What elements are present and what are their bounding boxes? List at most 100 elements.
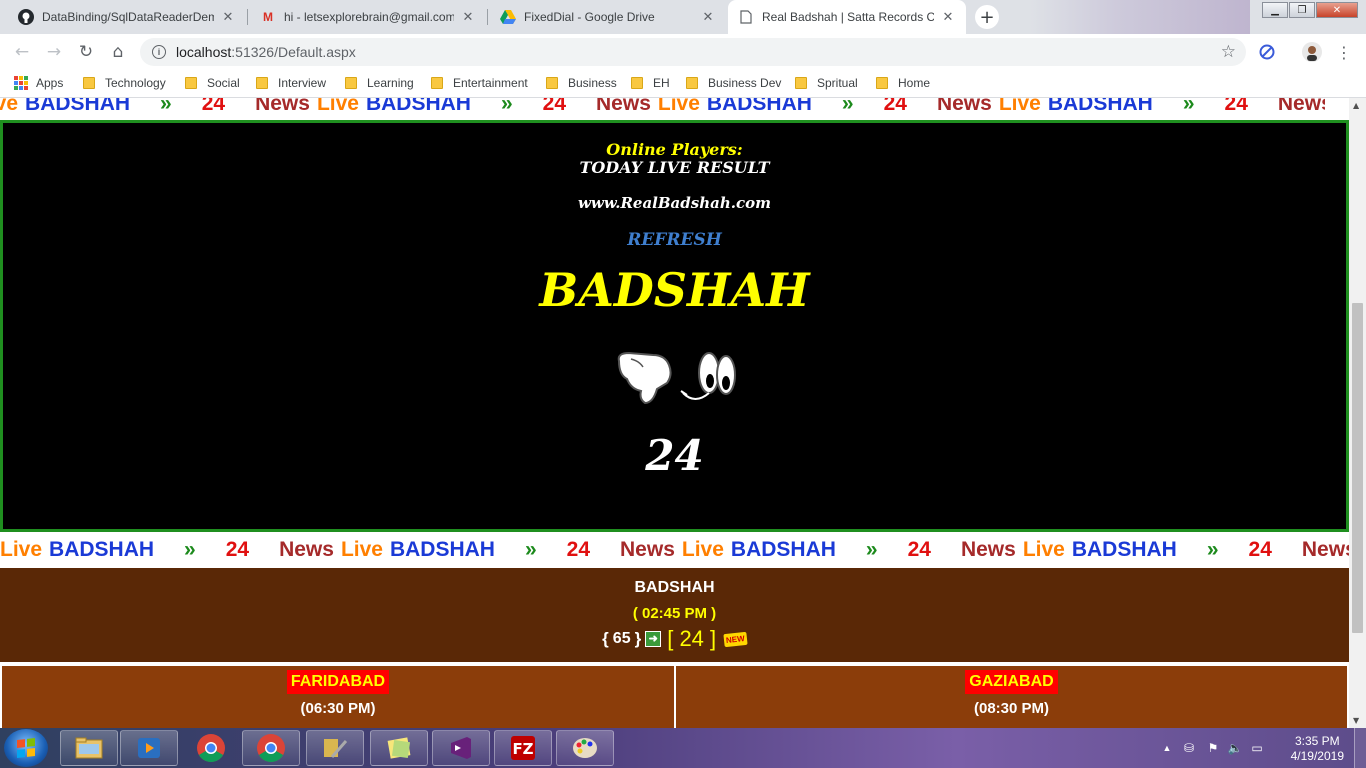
network-icon[interactable]: ▭ <box>1250 741 1264 755</box>
chrome-active-icon[interactable] <box>242 730 300 766</box>
scroll-up-icon[interactable]: ▲ <box>1353 101 1359 110</box>
volume-icon[interactable]: 🔈 <box>1228 741 1243 755</box>
live-result-number: 24 <box>645 431 704 480</box>
refresh-link[interactable]: REFRESH <box>3 230 1346 250</box>
close-icon[interactable]: ✕ <box>940 9 956 25</box>
marquee-news: News <box>936 98 992 115</box>
page-icon <box>738 9 754 25</box>
city-time: (06:30 PM) <box>300 700 376 717</box>
block-extension-icon[interactable] <box>1257 42 1277 62</box>
profile-avatar[interactable] <box>1302 42 1322 62</box>
show-hidden-icons[interactable]: ▲ <box>1160 741 1174 755</box>
marquee-live: Live <box>0 538 43 561</box>
info-icon[interactable]: i <box>152 45 166 59</box>
clock-time: 3:35 PM <box>1294 734 1340 748</box>
marquee-badshah: BADSHAH <box>1047 98 1153 115</box>
tab-title: FixedDial - Google Drive <box>524 10 655 24</box>
marquee-badshah: BADSHAH <box>389 538 495 561</box>
scrollbar-thumb[interactable] <box>1352 303 1363 633</box>
bookmark-label: EH <box>653 76 670 90</box>
minimize-button[interactable]: ▁ <box>1262 2 1288 18</box>
tab-drive[interactable]: FixedDial - Google Drive ✕ <box>490 0 726 34</box>
bookmark-entertainment[interactable]: Entertainment <box>431 76 528 90</box>
scroll-down-icon[interactable]: ▼ <box>1353 716 1359 725</box>
gmail-icon: M <box>263 10 273 24</box>
tab-github[interactable]: DataBinding/SqlDataReaderDem ✕ <box>8 0 246 34</box>
bookmark-eh[interactable]: EH <box>631 76 670 90</box>
bookmark-label: Business <box>568 76 617 90</box>
bookmark-spritual[interactable]: Spritual <box>795 76 858 90</box>
bookmark-home[interactable]: Home <box>876 76 930 90</box>
bookmark-learning[interactable]: Learning <box>345 76 414 90</box>
marquee-news: News <box>620 538 675 561</box>
github-icon <box>18 9 34 25</box>
maximize-button[interactable]: ❐ <box>1289 2 1315 18</box>
visual-studio-icon[interactable] <box>432 730 490 766</box>
sticky-notes-icon[interactable] <box>370 730 428 766</box>
network-sync-icon[interactable]: ⛁ <box>1182 741 1196 755</box>
tab-real-badshah[interactable]: Real Badshah | Satta Records Cha ✕ <box>728 0 966 34</box>
url-path: :51326/Default.aspx <box>231 44 356 60</box>
address-bar[interactable]: i localhost :51326/Default.aspx ☆ <box>140 38 1246 66</box>
bookmark-label: Technology <box>105 76 166 90</box>
marquee-separator: » <box>1182 98 1195 115</box>
reload-icon[interactable]: ↻ <box>76 42 96 62</box>
forward-icon[interactable]: → <box>44 42 64 62</box>
marquee-live: Live <box>1022 538 1065 561</box>
new-tab-button[interactable]: + <box>975 5 999 29</box>
arrow-right-icon: ➜ <box>645 631 662 647</box>
tab-strip: DataBinding/SqlDataReaderDem ✕ M hi - le… <box>0 0 1366 34</box>
menu-dots-icon[interactable]: ⋮ <box>1334 42 1354 62</box>
bookmark-interview[interactable]: Interview <box>256 76 326 90</box>
folder-icon <box>686 77 698 89</box>
file-explorer-icon[interactable] <box>60 730 118 766</box>
marquee-badshah: BADSHAH <box>49 538 155 561</box>
bookmark-apps[interactable]: Apps <box>14 76 63 90</box>
media-player-icon[interactable] <box>120 730 178 766</box>
marquee-number: 24 <box>566 538 591 561</box>
website-label: www.RealBadshah.com <box>578 194 771 212</box>
marquee-news: News <box>255 98 310 115</box>
current-result: [ 24 ] <box>667 626 717 651</box>
close-icon[interactable]: ✕ <box>700 9 716 25</box>
marquee-news: News <box>596 98 651 115</box>
bookmark-technology[interactable]: Technology <box>83 76 166 90</box>
close-icon[interactable]: ✕ <box>220 9 236 25</box>
tab-title: hi - letsexplorebrain@gmail.com <box>284 10 454 24</box>
marquee-live: Live <box>0 98 19 115</box>
bookmark-label: Entertainment <box>453 76 528 90</box>
top-marquee: Live BADSHAH » 24 News Live BADSHAH » 24 News Live… <box>0 98 1325 116</box>
filezilla-icon[interactable]: FZ <box>494 730 552 766</box>
browser-toolbar: ← → ↻ ⌂ i localhost :51326/Default.aspx … <box>0 34 1366 70</box>
tab-gmail[interactable]: M hi - letsexplorebrain@gmail.com ✕ <box>250 0 486 34</box>
clock[interactable]: 3:35 PM 4/19/2019 <box>1291 734 1344 764</box>
paint-icon[interactable] <box>556 730 614 766</box>
window-close-button[interactable]: ✕ <box>1316 2 1358 18</box>
marquee-separator: » <box>160 98 172 115</box>
home-icon[interactable]: ⌂ <box>108 42 128 62</box>
tools-icon[interactable] <box>306 730 364 766</box>
badshah-result-band: BADSHAH ( 02:45 PM ) { 65 } ➜ [ 24 ] NEW <box>0 568 1349 662</box>
chrome-icon[interactable] <box>182 730 240 766</box>
show-desktop-button[interactable] <box>1354 728 1366 768</box>
bookmark-business[interactable]: Business <box>546 76 617 90</box>
page-scrollbar[interactable]: ▲ ▼ <box>1349 98 1366 728</box>
folder-icon <box>546 77 558 89</box>
marquee-number: 24 <box>225 538 250 561</box>
flag-icon[interactable]: ⚑ <box>1206 741 1220 755</box>
marquee-news: News <box>1301 538 1349 561</box>
url-host: localhost <box>176 44 232 60</box>
marquee-number: 24 <box>201 98 226 115</box>
marquee-badshah: BADSHAH <box>365 98 471 115</box>
svg-text:FZ: FZ <box>512 740 533 758</box>
bookmark-social[interactable]: Social <box>185 76 240 90</box>
close-icon[interactable]: ✕ <box>460 9 476 25</box>
folder-icon <box>256 77 268 89</box>
bookmark-business-dev[interactable]: Business Dev <box>686 76 781 90</box>
folder-icon <box>795 77 807 89</box>
bookmark-star-icon[interactable]: ☆ <box>1221 42 1236 62</box>
back-icon[interactable]: ← <box>12 42 32 62</box>
marquee-separator: » <box>500 98 513 115</box>
folder-icon <box>631 77 643 89</box>
start-button[interactable] <box>4 729 48 767</box>
